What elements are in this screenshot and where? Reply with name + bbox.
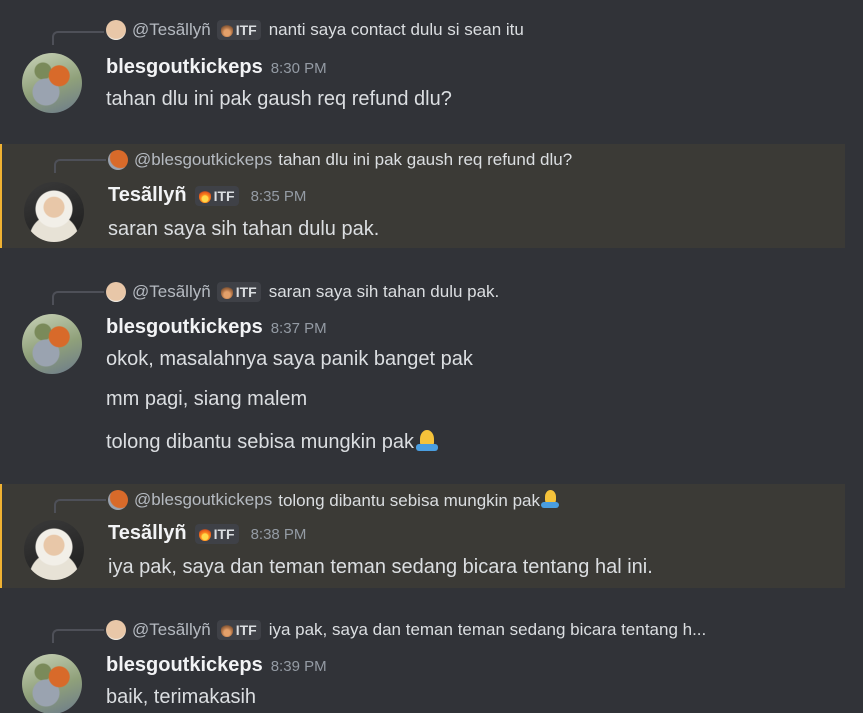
timestamp: 8:38 PM [250, 526, 307, 543]
avatar[interactable] [24, 520, 84, 580]
reply-connector [52, 291, 104, 305]
message-header: blesgoutkickeps 8:39 PM [106, 654, 327, 677]
message-text: tolong dibantu sebisa mungkin pak [106, 431, 414, 453]
avatar[interactable] [22, 654, 82, 713]
reply-avatar [106, 20, 126, 40]
message-text-with-emoji: tolong dibantu sebisa mungkin pak [106, 428, 440, 454]
message-header: blesgoutkickeps 8:37 PM [106, 316, 327, 339]
reply-author[interactable]: @blesgoutkickeps [134, 150, 272, 170]
message-text: tahan dlu ini pak gaush req refund dlu? [106, 88, 452, 110]
message: @Tesãllyñ ITF saran saya sih tahan dulu … [0, 272, 845, 462]
role-tag: ITF [216, 282, 261, 302]
reply-preview[interactable]: @Tesãllyñ ITF nanti saya contact dulu si… [106, 18, 524, 42]
flame-icon [220, 285, 233, 299]
message: @Tesãllyñ ITF iya pak, saya dan teman te… [0, 612, 845, 713]
message-text: okok, masalahnya saya panik banget pak [106, 348, 473, 370]
username[interactable]: blesgoutkickeps [106, 56, 263, 79]
message-highlighted: @blesgoutkickeps tahan dlu ini pak gaush… [0, 144, 845, 248]
reply-author[interactable]: @Tesãllyñ [132, 282, 211, 302]
reply-preview[interactable]: @Tesãllyñ ITF iya pak, saya dan teman te… [106, 618, 706, 642]
timestamp: 8:39 PM [270, 658, 327, 675]
message-header: blesgoutkickeps 8:30 PM [106, 56, 327, 79]
username[interactable]: blesgoutkickeps [106, 654, 263, 677]
timestamp: 8:37 PM [270, 320, 327, 337]
flame-icon [220, 23, 233, 37]
reply-connector [52, 629, 104, 643]
reply-connector [54, 499, 106, 513]
username[interactable]: Tesãllyñ [108, 184, 187, 207]
timestamp: 8:35 PM [250, 188, 307, 205]
flame-icon [198, 526, 211, 541]
timestamp: 8:30 PM [270, 60, 327, 77]
reply-avatar [106, 282, 126, 302]
reply-preview[interactable]: @Tesãllyñ ITF saran saya sih tahan dulu … [106, 280, 499, 304]
reply-avatar [106, 620, 126, 640]
role-tag: ITF [194, 185, 239, 206]
avatar[interactable] [22, 53, 82, 113]
reply-author[interactable]: @Tesãllyñ [132, 620, 211, 640]
folded-hands-emoji [414, 428, 440, 452]
flame-icon [198, 188, 211, 203]
message-header: Tesãllyñ ITF 8:35 PM [108, 184, 306, 207]
folded-hands-emoji [540, 489, 560, 509]
message-header: Tesãllyñ ITF 8:38 PM [108, 522, 306, 545]
reply-avatar [108, 150, 128, 170]
reply-text[interactable]: tolong dibantu sebisa mungkin pak [278, 489, 560, 511]
username[interactable]: blesgoutkickeps [106, 316, 263, 339]
reply-preview[interactable]: @blesgoutkickeps tolong dibantu sebisa m… [108, 488, 560, 512]
message-highlighted: @blesgoutkickeps tolong dibantu sebisa m… [0, 484, 845, 588]
avatar[interactable] [24, 182, 84, 242]
avatar[interactable] [22, 314, 82, 374]
message: @Tesãllyñ ITF nanti saya contact dulu si… [0, 10, 845, 120]
message-text: saran saya sih tahan dulu pak. [108, 218, 380, 240]
reply-text[interactable]: saran saya sih tahan dulu pak. [269, 282, 500, 302]
reply-author[interactable]: @blesgoutkickeps [134, 490, 272, 510]
message-text: iya pak, saya dan teman teman sedang bic… [108, 556, 653, 578]
reply-text[interactable]: tahan dlu ini pak gaush req refund dlu? [278, 150, 572, 170]
role-tag: ITF [216, 620, 261, 640]
username[interactable]: Tesãllyñ [108, 522, 187, 545]
chat-log: @Tesãllyñ ITF nanti saya contact dulu si… [0, 0, 863, 713]
reply-text[interactable]: nanti saya contact dulu si sean itu [269, 20, 524, 40]
reply-preview[interactable]: @blesgoutkickeps tahan dlu ini pak gaush… [108, 148, 572, 172]
message-text: mm pagi, siang malem [106, 388, 308, 410]
role-tag: ITF [194, 523, 239, 544]
message-text: baik, terimakasih [106, 686, 257, 708]
reply-author[interactable]: @Tesãllyñ [132, 20, 211, 40]
reply-text[interactable]: iya pak, saya dan teman teman sedang bic… [269, 620, 707, 640]
flame-icon [220, 623, 233, 637]
reply-avatar [108, 490, 128, 510]
role-tag: ITF [216, 20, 261, 40]
reply-connector [52, 31, 104, 45]
reply-connector [54, 159, 106, 173]
